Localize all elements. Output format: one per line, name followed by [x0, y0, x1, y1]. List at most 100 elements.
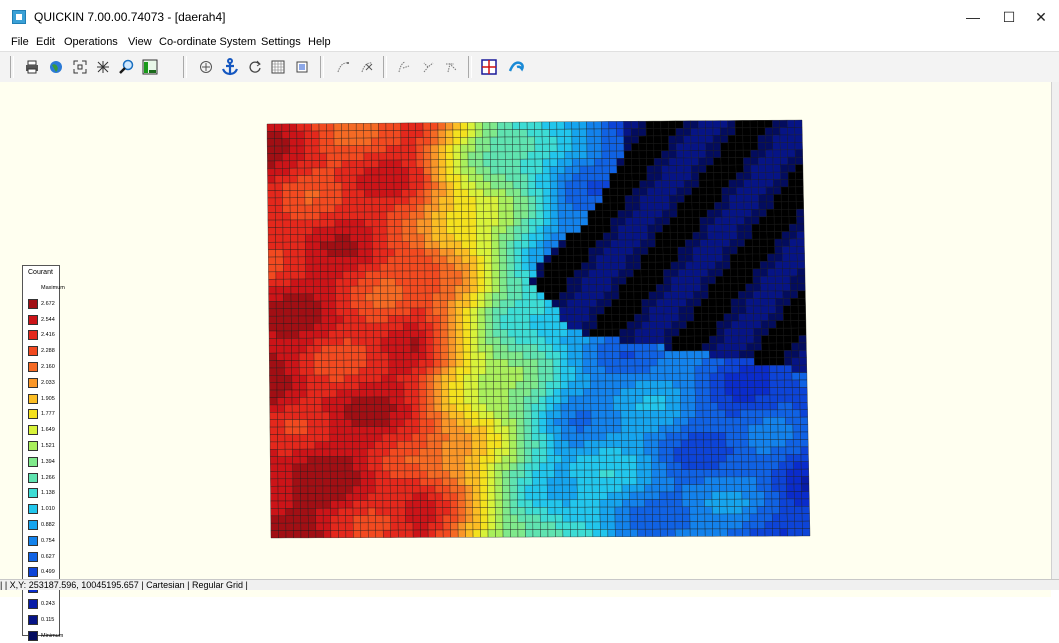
grid-cell: [673, 439, 682, 448]
grid-cell: [539, 462, 548, 471]
grid-cell: [750, 135, 758, 143]
grid-cell: [337, 441, 346, 450]
grid-cell: [610, 254, 619, 263]
globe-icon[interactable]: [46, 57, 66, 77]
grid-cell: [663, 313, 672, 322]
grid-cell: [671, 335, 680, 344]
menu-help[interactable]: Help: [308, 36, 331, 48]
grid-cell: [326, 130, 335, 139]
print-icon[interactable]: [22, 57, 42, 77]
grid-cell: [776, 379, 785, 388]
menu-file[interactable]: File: [11, 36, 29, 48]
grid-cell: [380, 300, 389, 309]
grid-cell: [576, 462, 585, 471]
grid-cell: [721, 216, 730, 225]
grid-cell: [446, 211, 455, 220]
spline-fork-icon[interactable]: [418, 57, 438, 77]
grid-cell: [409, 211, 417, 220]
grid-cell: [641, 284, 649, 292]
grid-cell: [381, 411, 390, 420]
grid-cell: [699, 239, 708, 248]
grid-cell: [456, 418, 465, 427]
grid-pattern-icon[interactable]: [268, 57, 288, 77]
menu-view[interactable]: View: [128, 36, 152, 48]
grid-cell: [777, 394, 786, 403]
grid-cell: [637, 506, 646, 515]
close-button[interactable]: ✕: [1025, 6, 1057, 28]
zoom-star-icon[interactable]: [93, 57, 113, 77]
table-icon[interactable]: [292, 57, 312, 77]
grid-cell: [315, 515, 324, 524]
courant-grid-plot[interactable]: [0, 82, 1051, 579]
grid-cell: [580, 254, 589, 263]
map-canvas[interactable]: Courant Maximum 2.672 2.544 2.416 2.288 2.160…: [0, 82, 1051, 641]
spline-delete-icon[interactable]: [357, 57, 377, 77]
grid-cell: [477, 329, 486, 338]
grid-cell: [389, 404, 397, 412]
grid-cell: [291, 367, 300, 376]
grid-cell: [559, 336, 568, 345]
center-icon[interactable]: [196, 57, 216, 77]
grid-cell: [274, 190, 283, 199]
zoom-extents-icon[interactable]: [70, 57, 90, 77]
grid-cell: [777, 402, 786, 411]
anchor-icon[interactable]: [220, 57, 240, 77]
grid-cell: [502, 499, 511, 508]
grid-cell: [395, 285, 403, 294]
grid-cell: [795, 164, 804, 173]
grid-cell: [462, 322, 471, 331]
grid-cross-icon[interactable]: [479, 57, 499, 77]
grid-cell: [592, 506, 601, 515]
grid-cell: [277, 441, 286, 450]
grid-cell: [402, 278, 411, 286]
grid-cell: [502, 522, 511, 530]
depth-bar-icon[interactable]: [140, 57, 160, 77]
grid-cell: [596, 306, 605, 315]
zoom-magnifier-icon[interactable]: [116, 57, 136, 77]
grid-cell: [373, 308, 381, 316]
grid-cell: [545, 395, 554, 404]
grid-cell: [299, 426, 308, 435]
grid-cell: [673, 469, 682, 478]
maximize-button[interactable]: ☐: [993, 6, 1025, 28]
grid-cell: [650, 388, 659, 396]
grid-cell: [504, 144, 513, 153]
grid-cell: [576, 477, 585, 486]
grid-cell: [679, 335, 688, 344]
menu-coordinate-system[interactable]: Co-ordinate System: [159, 36, 256, 48]
grid-cell: [770, 417, 779, 425]
grid-cell: [536, 270, 545, 278]
grid-cell: [349, 189, 358, 198]
menu-operations[interactable]: Operations: [64, 36, 118, 48]
grid-cell: [784, 387, 793, 396]
vertical-scrollbar[interactable]: [1051, 82, 1059, 579]
menu-settings[interactable]: Settings: [261, 36, 301, 48]
grid-cell: [787, 157, 796, 165]
grid-cell: [358, 345, 367, 353]
menu-edit[interactable]: Edit: [36, 36, 55, 48]
grid-cell: [661, 143, 669, 151]
grid-cell: [525, 514, 533, 523]
grid-cell: [267, 145, 275, 154]
grid-cell: [783, 350, 792, 358]
grid-cell: [730, 283, 739, 292]
grid-cell: [471, 418, 480, 427]
grid-cell: [297, 197, 306, 206]
wave-icon[interactable]: [507, 57, 527, 77]
grid-cell: [686, 328, 695, 337]
spline-branch-icon[interactable]: [394, 57, 414, 77]
grid-cell: [297, 219, 306, 228]
grid-cell: [739, 350, 748, 359]
grid-cell: [342, 234, 351, 242]
grid-cell: [662, 232, 671, 240]
refresh-icon[interactable]: [245, 57, 265, 77]
spline-icon[interactable]: [333, 57, 353, 77]
minimize-button[interactable]: —: [957, 6, 989, 28]
grid-cell: [602, 180, 611, 189]
spline-merge-icon[interactable]: [441, 57, 461, 77]
grid-cell: [276, 382, 285, 391]
grid-cell: [586, 143, 595, 152]
grid-cell: [487, 477, 496, 486]
grid-cell: [505, 166, 514, 175]
grid-cell: [772, 142, 781, 151]
